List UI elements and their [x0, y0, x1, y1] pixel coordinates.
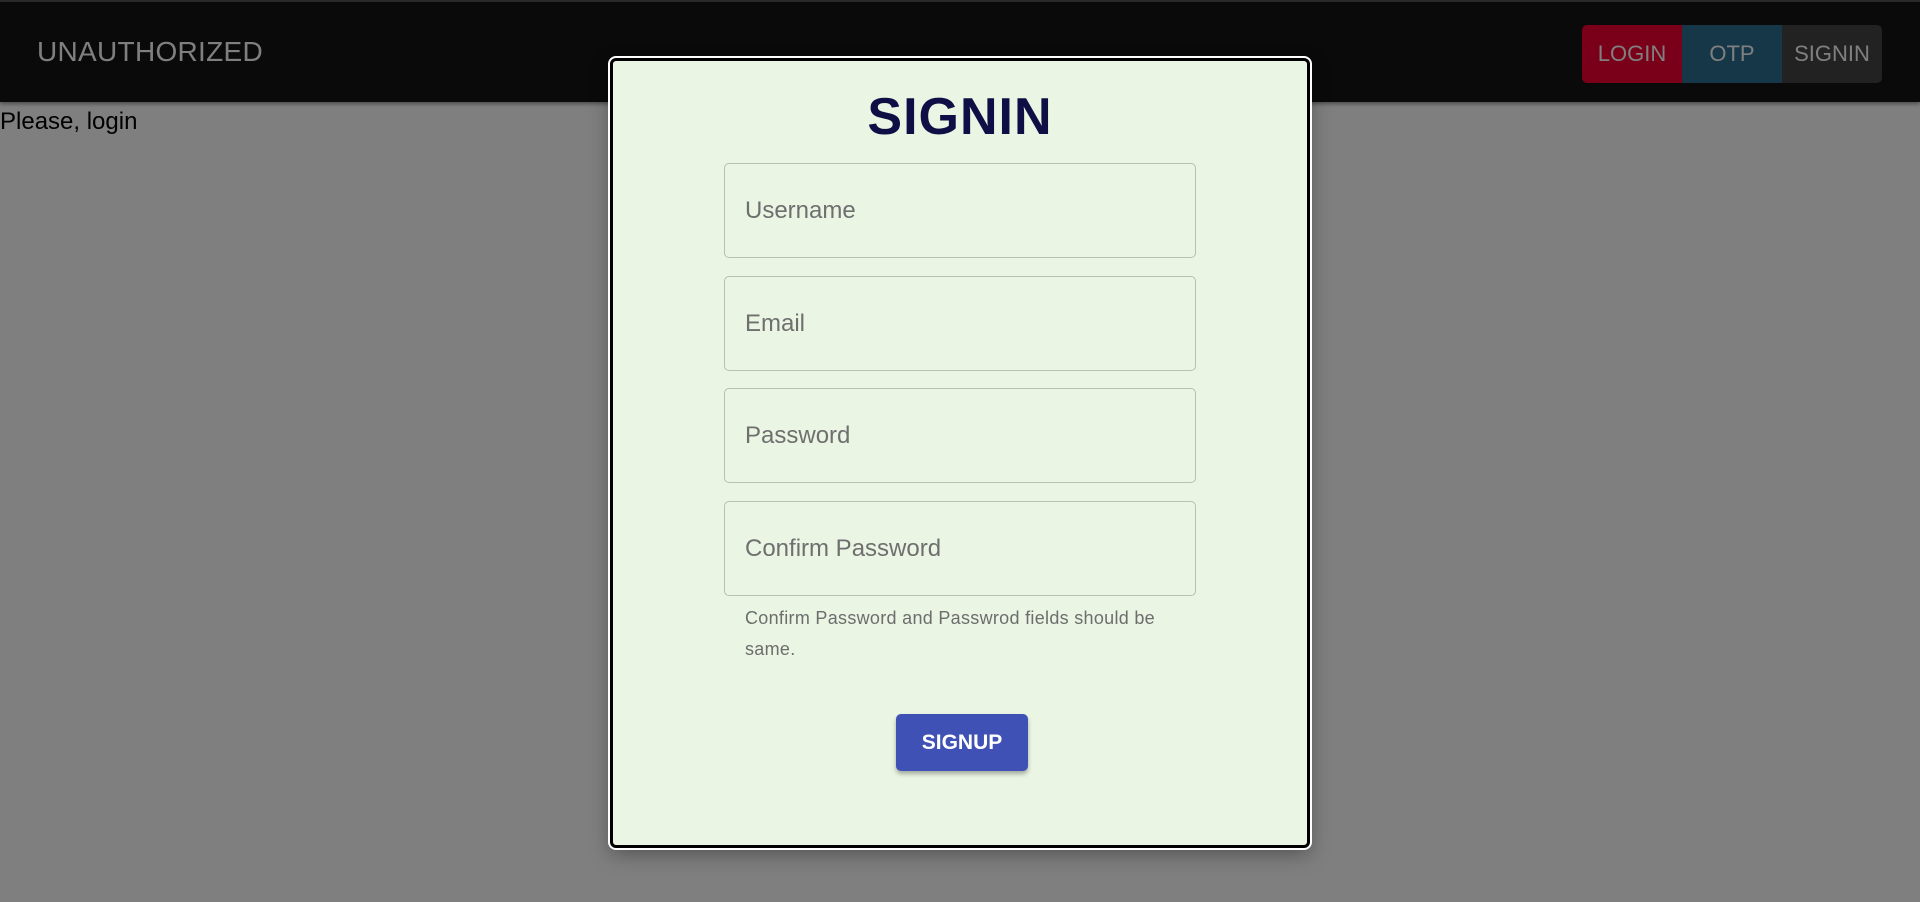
password-input[interactable] — [725, 389, 1195, 482]
password-helper-text: Confirm Password and Passwrod fields sho… — [745, 608, 1155, 659]
dialog-title: SIGNIN — [867, 88, 1053, 146]
email-input[interactable] — [725, 277, 1195, 370]
signup-button[interactable]: SIGNUP — [896, 714, 1028, 771]
username-field — [724, 163, 1196, 258]
signin-dialog: SIGNIN Confirm Password and Passwrod fie… — [610, 58, 1310, 848]
confirm-password-field — [724, 501, 1196, 596]
confirm-password-input[interactable] — [725, 502, 1195, 595]
password-field — [724, 388, 1196, 483]
username-input[interactable] — [725, 164, 1195, 257]
email-field — [724, 276, 1196, 371]
